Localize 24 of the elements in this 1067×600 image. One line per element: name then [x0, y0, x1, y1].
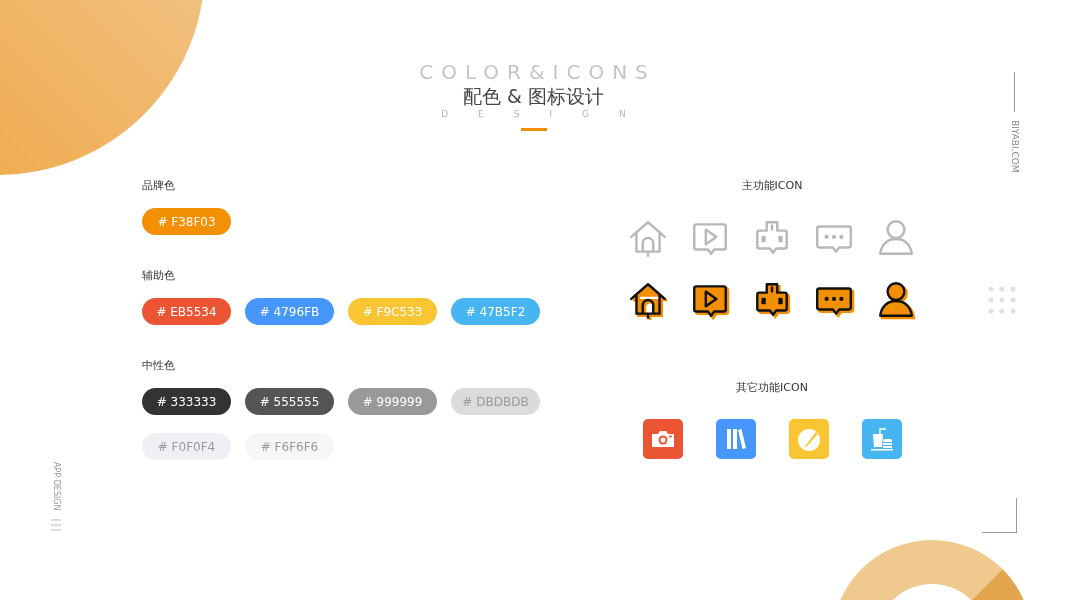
section-label: 辅助色: [142, 269, 176, 283]
page-title: 配色 & 图标设计: [463, 84, 604, 108]
side-caption: APP DESIGN: [50, 462, 62, 511]
color-swatch: # F0F0F4: [142, 433, 231, 460]
color-swatch: # F6F6F6: [245, 433, 334, 460]
color-swatch: # 999999: [348, 388, 437, 415]
section-label: 主功能ICON: [741, 179, 803, 193]
color-swatch: # DBDBDB: [451, 388, 540, 415]
color-swatch: # F9C533: [348, 298, 437, 325]
menu-icon: [51, 518, 61, 531]
side-caption: BIYABI.COM: [1008, 120, 1020, 173]
section-label: 品牌色: [142, 179, 176, 193]
section-label: 中性色: [142, 359, 176, 373]
color-swatch: # 4796FB: [245, 298, 334, 325]
color-swatch: # F38F03: [142, 208, 231, 235]
section-label: 其它功能ICON: [736, 381, 808, 395]
dot-grid-icon: [988, 286, 1016, 314]
color-swatch: # 555555: [245, 388, 334, 415]
corner-frame: [982, 498, 1017, 533]
color-swatch: # 333333: [142, 388, 231, 415]
backdrop-title: COLOR&ICONS: [419, 60, 656, 84]
color-swatch: # 47B5F2: [451, 298, 540, 325]
color-swatch: # EB5534: [142, 298, 231, 325]
backdrop-subtitle: DESIGN: [441, 108, 656, 120]
